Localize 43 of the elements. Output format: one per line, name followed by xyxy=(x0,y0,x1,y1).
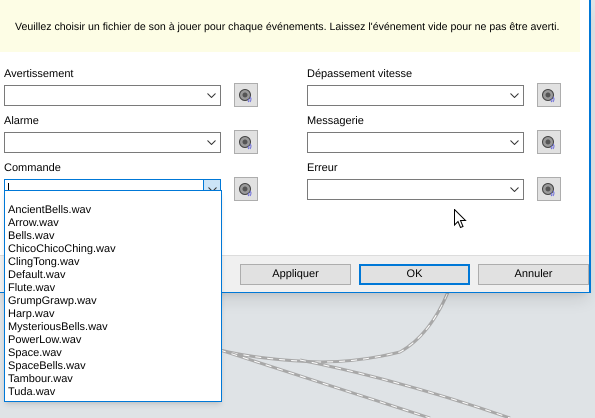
play-sound-button[interactable] xyxy=(234,177,258,201)
speaker-icon xyxy=(541,134,557,150)
sound-file-option[interactable]: SpaceBells.wav xyxy=(8,360,221,373)
play-sound-button[interactable] xyxy=(537,177,561,201)
sound-file-option[interactable]: Space.wav xyxy=(8,347,221,360)
field-label: Alarme xyxy=(4,114,40,129)
play-sound-button[interactable] xyxy=(234,83,258,107)
sound-file-dropdown[interactable] xyxy=(4,132,221,152)
field-label: Messagerie xyxy=(307,114,365,129)
sound-file-option[interactable]: PowerLow.wav xyxy=(8,334,221,347)
sound-file-option[interactable]: ChicoChicoChing.wav xyxy=(8,243,221,256)
speaker-icon xyxy=(541,181,557,197)
sound-file-option[interactable]: AncientBells.wav xyxy=(8,204,221,217)
sound-file-option[interactable]: Harp.wav xyxy=(8,308,221,321)
field-label: Avertissement xyxy=(4,67,74,82)
mouse-pointer-icon xyxy=(454,209,467,229)
speaker-icon xyxy=(541,87,557,103)
notice-text: Veuillez choisir un fichier de son à jouer pour chaque événements. Laissez l'événement vide pour ne pas être averti. xyxy=(15,20,560,36)
field-label: Dépassement vitesse xyxy=(307,67,414,82)
sound-file-option[interactable]: MysteriousBells.wav xyxy=(8,321,221,334)
dialog-button[interactable]: OK xyxy=(359,264,470,284)
sound-file-option[interactable]: Flute.wav xyxy=(8,282,221,295)
sound-file-option[interactable]: Bells.wav xyxy=(8,230,221,243)
sound-file-option[interactable]: GrumpGrawp.wav xyxy=(8,295,221,308)
play-sound-button[interactable] xyxy=(537,130,561,154)
sound-file-option[interactable]: Default.wav xyxy=(8,269,221,282)
dialog-button[interactable]: Annuler xyxy=(478,264,589,284)
speaker-icon xyxy=(238,87,254,103)
sound-file-option[interactable]: Arrow.wav xyxy=(8,217,221,230)
sound-file-option[interactable]: ClingTong.wav xyxy=(8,256,221,269)
sound-file-dropdown[interactable] xyxy=(307,84,524,106)
speaker-icon xyxy=(238,181,254,197)
field-label: Commande xyxy=(4,161,62,176)
sound-file-option[interactable]: Tuda.wav xyxy=(8,386,221,399)
sound-file-dropdown[interactable] xyxy=(307,132,524,152)
sound-file-option[interactable]: Tambour.wav xyxy=(8,373,221,386)
sound-file-dropdown[interactable] xyxy=(4,84,221,106)
play-sound-button[interactable] xyxy=(537,83,561,107)
field-label: Erreur xyxy=(307,161,339,176)
dialog-button[interactable]: Appliquer xyxy=(240,264,351,284)
play-sound-button[interactable] xyxy=(234,130,258,154)
speaker-icon xyxy=(238,134,254,150)
sound-file-dropdown[interactable] xyxy=(307,178,524,200)
